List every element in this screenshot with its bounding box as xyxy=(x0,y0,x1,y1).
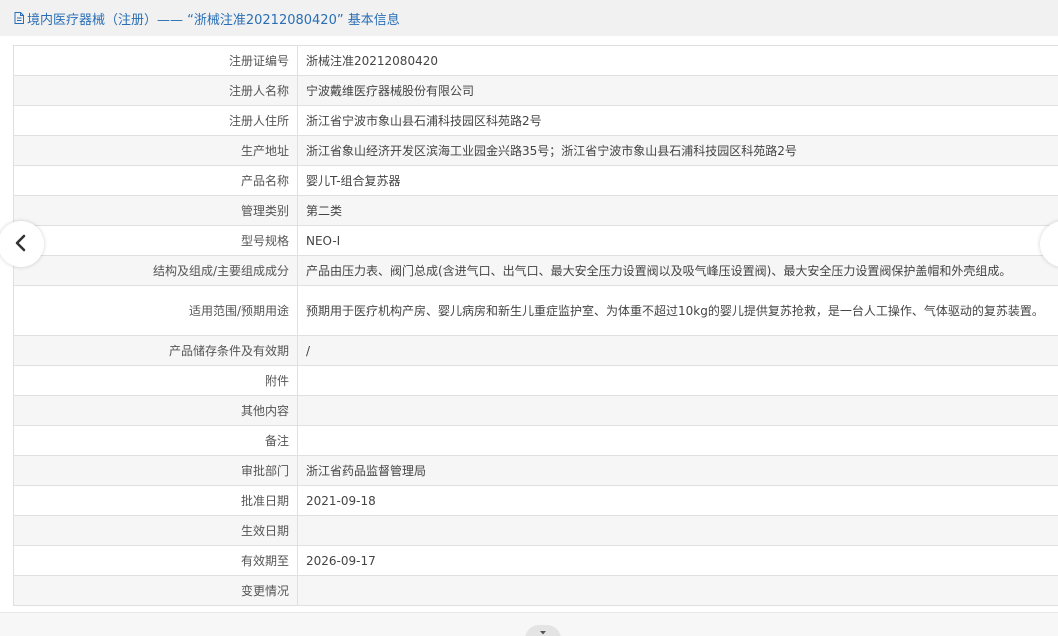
row-value xyxy=(297,515,1058,546)
row-label: 型号规格 xyxy=(13,225,298,256)
table-row: 注册人住所 浙江省宁波市象山县石浦科技园区科苑路2号 xyxy=(13,105,1058,136)
row-value: / xyxy=(297,335,1058,366)
info-table-container: 注册证编号 浙械注准20212080420 注册人名称 宁波戴维医疗器械股份有限… xyxy=(13,45,1058,611)
row-value: 浙江省宁波市象山县石浦科技园区科苑路2号 xyxy=(297,105,1058,136)
row-label: 其他内容 xyxy=(13,395,298,426)
table-row: 注册证编号 浙械注准20212080420 xyxy=(13,45,1058,76)
row-label: 产品名称 xyxy=(13,165,298,196)
row-value: NEO-Ⅰ xyxy=(297,225,1058,256)
table-row: 生产地址 浙江省象山经济开发区滨海工业园金兴路35号；浙江省宁波市象山县石浦科技… xyxy=(13,135,1058,166)
row-value xyxy=(297,425,1058,456)
table-row: 审批部门 浙江省药品监督管理局 xyxy=(13,455,1058,486)
row-value: 婴儿T-组合复苏器 xyxy=(297,165,1058,196)
bottom-bar xyxy=(0,612,1058,636)
table-row: 有效期至 2026-09-17 xyxy=(13,545,1058,576)
row-label: 注册人住所 xyxy=(13,105,298,136)
row-value xyxy=(297,365,1058,396)
row-label: 管理类别 xyxy=(13,195,298,226)
row-value: 第二类 xyxy=(297,195,1058,226)
table-row: 适用范围/预期用途 预期用于医疗机构产房、婴儿病房和新生儿重症监护室、为体重不超… xyxy=(13,285,1058,336)
row-value: 浙江省象山经济开发区滨海工业园金兴路35号；浙江省宁波市象山县石浦科技园区科苑路… xyxy=(297,135,1058,166)
row-label: 产品储存条件及有效期 xyxy=(13,335,298,366)
page-title: 境内医疗器械（注册）—— “浙械注准20212080420” 基本信息 xyxy=(27,12,400,28)
info-table: 注册证编号 浙械注准20212080420 注册人名称 宁波戴维医疗器械股份有限… xyxy=(13,45,1058,606)
page-header: 境内医疗器械（注册）—— “浙械注准20212080420” 基本信息 xyxy=(0,0,1058,36)
table-row: 变更情况 xyxy=(13,575,1058,606)
row-label: 注册人名称 xyxy=(13,75,298,106)
caret-down-icon xyxy=(539,625,547,636)
table-row: 产品储存条件及有效期 / xyxy=(13,335,1058,366)
scroll-down-button[interactable] xyxy=(525,625,561,636)
row-label: 生产地址 xyxy=(13,135,298,166)
table-row: 结构及组成/主要组成成分 产品由压力表、阀门总成(含进气口、出气口、最大安全压力… xyxy=(13,255,1058,286)
row-label: 批准日期 xyxy=(13,485,298,516)
row-label: 结构及组成/主要组成成分 xyxy=(13,255,298,286)
row-value: 2021-09-18 xyxy=(297,485,1058,516)
row-value: 预期用于医疗机构产房、婴儿病房和新生儿重症监护室、为体重不超过10kg的婴儿提供… xyxy=(297,285,1058,336)
row-label: 附件 xyxy=(13,365,298,396)
prev-button[interactable] xyxy=(0,221,44,267)
row-value: 2026-09-17 xyxy=(297,545,1058,576)
table-row: 产品名称 婴儿T-组合复苏器 xyxy=(13,165,1058,196)
table-row: 型号规格 NEO-Ⅰ xyxy=(13,225,1058,256)
row-label: 有效期至 xyxy=(13,545,298,576)
chevron-left-icon xyxy=(14,234,28,255)
table-row: 批准日期 2021-09-18 xyxy=(13,485,1058,516)
row-label: 生效日期 xyxy=(13,515,298,546)
row-label: 审批部门 xyxy=(13,455,298,486)
row-value: 宁波戴维医疗器械股份有限公司 xyxy=(297,75,1058,106)
table-row: 注册人名称 宁波戴维医疗器械股份有限公司 xyxy=(13,75,1058,106)
table-row: 备注 xyxy=(13,425,1058,456)
row-value xyxy=(297,395,1058,426)
table-row: 附件 xyxy=(13,365,1058,396)
table-row: 管理类别 第二类 xyxy=(13,195,1058,226)
row-value: 产品由压力表、阀门总成(含进气口、出气口、最大安全压力设置阀以及吸气峰压设置阀)… xyxy=(297,255,1058,286)
row-label: 注册证编号 xyxy=(13,45,298,76)
row-value xyxy=(297,575,1058,606)
row-label: 备注 xyxy=(13,425,298,456)
row-value: 浙江省药品监督管理局 xyxy=(297,455,1058,486)
row-label: 变更情况 xyxy=(13,575,298,606)
table-row: 其他内容 xyxy=(13,395,1058,426)
row-value: 浙械注准20212080420 xyxy=(297,45,1058,76)
table-row: 生效日期 xyxy=(13,515,1058,546)
document-icon xyxy=(14,12,24,24)
page: 境内医疗器械（注册）—— “浙械注准20212080420” 基本信息 注册证编… xyxy=(0,0,1058,636)
row-label: 适用范围/预期用途 xyxy=(13,285,298,336)
